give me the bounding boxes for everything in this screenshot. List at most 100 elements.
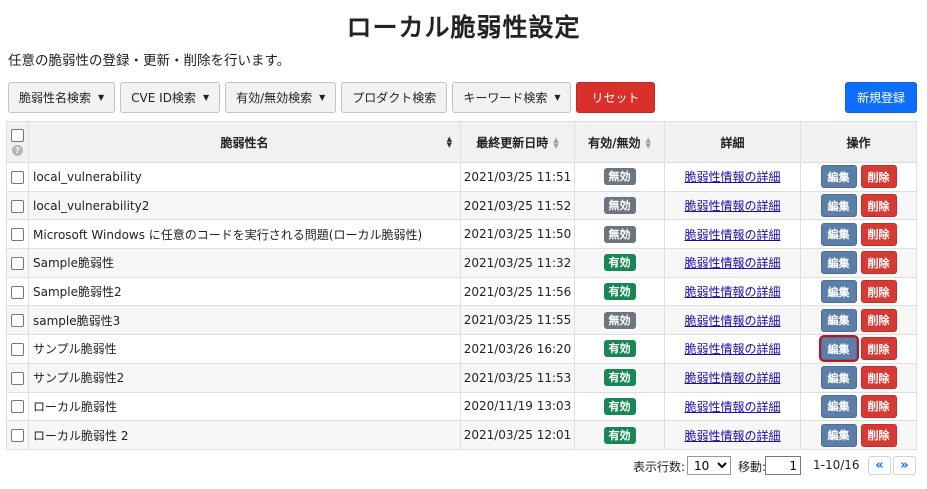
row-checkbox[interactable] [11, 342, 24, 356]
help-icon[interactable]: ? [12, 145, 23, 156]
edit-button[interactable]: 編集 [820, 251, 857, 275]
table-row: ローカル脆弱性 2 2021/03/25 12:01 有効 脆弱性情報の詳細 編集 削除 [6, 420, 917, 450]
detail-link[interactable]: 脆弱性情報の詳細 [684, 170, 780, 184]
new-registration-button[interactable]: 新規登録 [845, 82, 918, 113]
updated-cell: 2021/03/26 16:20 [460, 334, 575, 364]
delete-button[interactable]: 削除 [860, 194, 897, 218]
detail-link[interactable]: 脆弱性情報の詳細 [684, 228, 780, 242]
table-row: Sample脆弱性2 2021/03/25 11:56 有効 脆弱性情報の詳細 編集 削除 [6, 276, 917, 307]
reset-button[interactable]: リセット [576, 82, 655, 113]
caret-down-icon: ▼ [319, 93, 326, 102]
prev-page-button[interactable]: « [868, 456, 891, 475]
row-checkbox[interactable] [11, 314, 24, 328]
row-checkbox[interactable] [11, 228, 24, 242]
status-search-button[interactable]: 有効/無効検索 ▼ [225, 82, 337, 113]
row-checkbox[interactable] [11, 400, 24, 414]
detail-link[interactable]: 脆弱性情報の詳細 [684, 199, 780, 213]
ops-cell: 編集 削除 [800, 190, 917, 221]
header-name[interactable]: 脆弱性名 ▲ ▼ [28, 121, 461, 163]
status-badge: 有効 [603, 397, 636, 415]
status-cell: 無効 [574, 305, 665, 336]
edit-button[interactable]: 編集 [820, 222, 857, 246]
row-checkbox-cell [6, 420, 29, 450]
caret-down-icon: ▼ [554, 93, 561, 102]
page-number-input[interactable] [765, 456, 801, 475]
keyword-search-button[interactable]: キーワード検索 ▼ [452, 82, 572, 113]
detail-link[interactable]: 脆弱性情報の詳細 [684, 314, 780, 328]
delete-button[interactable]: 削除 [860, 337, 897, 361]
pagination: 表示行数: 10 移動: 1-10/16 « » [0, 456, 927, 476]
detail-link[interactable]: 脆弱性情報の詳細 [684, 342, 780, 356]
row-checkbox[interactable] [11, 170, 24, 184]
delete-button[interactable]: 削除 [860, 222, 897, 246]
select-all-header: ? [6, 121, 29, 163]
edit-button[interactable]: 編集 [820, 394, 857, 418]
delete-button[interactable]: 削除 [860, 394, 897, 418]
detail-link[interactable]: 脆弱性情報の詳細 [684, 400, 780, 414]
edit-button[interactable]: 編集 [820, 165, 857, 189]
double-chevron-right-icon: » [900, 458, 909, 473]
move-label: 移動: [738, 460, 767, 474]
detail-cell: 脆弱性情報の詳細 [664, 276, 801, 307]
edit-button[interactable]: 編集 [820, 280, 857, 304]
detail-cell: 脆弱性情報の詳細 [664, 248, 801, 278]
row-checkbox[interactable] [11, 285, 24, 299]
delete-button[interactable]: 削除 [860, 251, 897, 275]
row-checkbox[interactable] [11, 256, 24, 270]
status-badge: 有効 [603, 254, 636, 272]
header-status[interactable]: 有効/無効 ▲ ▼ [574, 121, 665, 163]
updated-cell: 2021/03/25 11:50 [460, 219, 575, 250]
cve-id-search-button[interactable]: CVE ID検索 ▼ [120, 82, 221, 113]
table-body: local_vulnerability 2021/03/25 11:51 無効 脆弱性… [6, 162, 917, 450]
vuln-name-cell: sample脆弱性3 [28, 305, 461, 336]
updated-cell: 2021/03/25 11:55 [460, 305, 575, 336]
edit-button[interactable]: 編集 [820, 337, 857, 361]
delete-button[interactable]: 削除 [860, 308, 897, 332]
header-updated[interactable]: 最終更新日時 ▲ ▼ [460, 121, 575, 163]
edit-button[interactable]: 編集 [820, 308, 857, 332]
ops-cell: 編集 削除 [800, 248, 917, 278]
detail-link[interactable]: 脆弱性情報の詳細 [684, 256, 780, 270]
select-all-checkbox[interactable] [11, 129, 24, 142]
table-row: sample脆弱性3 2021/03/25 11:55 無効 脆弱性情報の詳細 編集 削除 [6, 305, 917, 336]
status-badge: 有効 [603, 426, 636, 444]
table-row: Microsoft Windows に任意のコードを実行される問題(ローカル脆弱… [6, 219, 917, 250]
row-checkbox[interactable] [11, 199, 24, 213]
updated-cell: 2020/11/19 13:03 [460, 391, 575, 422]
delete-button[interactable]: 削除 [860, 423, 897, 447]
detail-link[interactable]: 脆弱性情報の詳細 [684, 371, 780, 385]
rows-per-page-select[interactable]: 10 [687, 456, 731, 475]
table-row: local_vulnerability 2021/03/25 11:51 無効 脆弱性… [6, 162, 917, 192]
page-title: ローカル脆弱性設定 [346, 13, 581, 42]
table-row: サンプル脆弱性2 2021/03/25 11:53 有効 脆弱性情報の詳細 編集 削除 [6, 362, 917, 393]
next-page-button[interactable]: » [893, 456, 916, 475]
status-badge: 無効 [603, 168, 636, 186]
table-row: local_vulnerability2 2021/03/25 11:52 無効 脆弱… [6, 190, 917, 221]
delete-button[interactable]: 削除 [860, 366, 897, 390]
detail-link[interactable]: 脆弱性情報の詳細 [684, 285, 780, 299]
ops-cell: 編集 削除 [800, 305, 917, 336]
detail-cell: 脆弱性情報の詳細 [664, 420, 801, 450]
vuln-name-search-button[interactable]: 脆弱性名検索 ▼ [8, 82, 116, 113]
product-search-button[interactable]: プロダクト検索 [341, 82, 448, 113]
vuln-name-cell: ローカル脆弱性 2 [28, 420, 461, 450]
edit-button[interactable]: 編集 [820, 194, 857, 218]
detail-link[interactable]: 脆弱性情報の詳細 [684, 429, 780, 443]
status-cell: 有効 [574, 362, 665, 393]
ops-cell: 編集 削除 [800, 276, 917, 307]
edit-button[interactable]: 編集 [820, 423, 857, 447]
sort-icon: ▲ ▼ [446, 135, 452, 149]
edit-button[interactable]: 編集 [820, 366, 857, 390]
status-search-label: 有効/無効検索 [236, 91, 313, 105]
vuln-name-cell: Sample脆弱性2 [28, 276, 461, 307]
row-checkbox[interactable] [11, 429, 24, 443]
delete-button[interactable]: 削除 [860, 165, 897, 189]
row-checkbox[interactable] [11, 371, 24, 385]
status-badge: 無効 [603, 311, 636, 329]
delete-button[interactable]: 削除 [860, 280, 897, 304]
sort-icon: ▲ ▼ [645, 136, 651, 150]
detail-cell: 脆弱性情報の詳細 [664, 219, 801, 250]
page-range-text: 1-10/16 [813, 458, 860, 472]
updated-cell: 2021/03/25 11:52 [460, 190, 575, 221]
row-checkbox-cell [6, 248, 29, 278]
